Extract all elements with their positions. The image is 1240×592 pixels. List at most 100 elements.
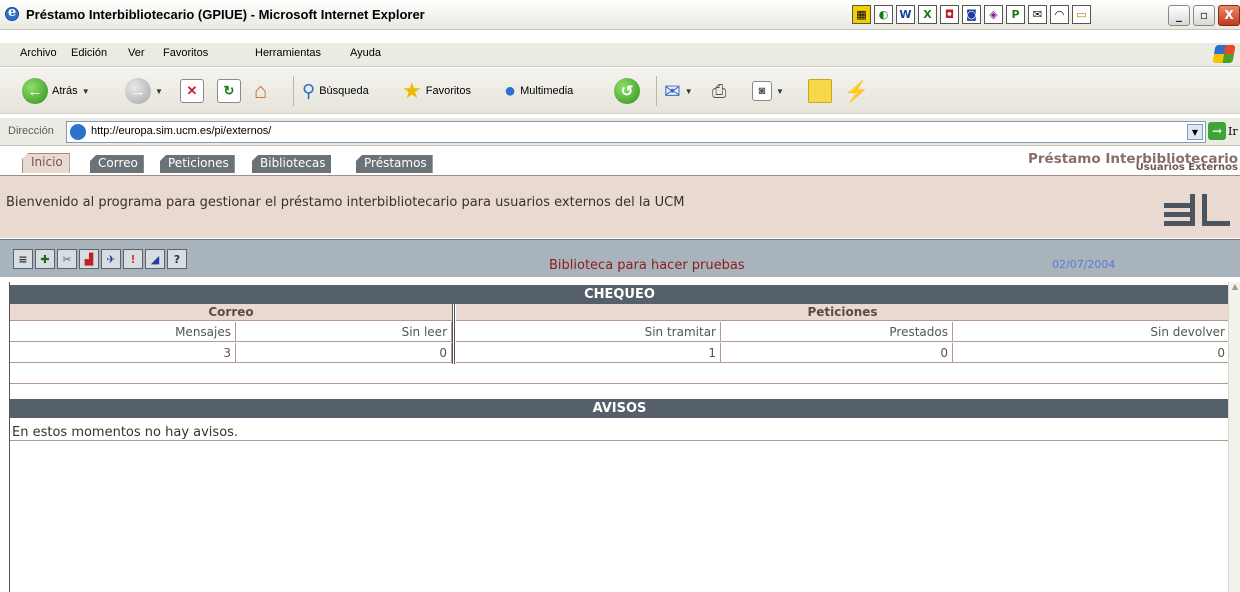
toolbar-separator (293, 76, 294, 106)
app-icon-10[interactable]: ◠ (1050, 5, 1069, 24)
app-icon-1[interactable]: ▦ (852, 5, 871, 24)
tools-icon[interactable]: ✂ (57, 249, 77, 269)
chequeo-header: CHEQUEO (10, 285, 1229, 304)
edit-icon: ◙ (752, 81, 772, 101)
app-icon-5[interactable]: ◘ (940, 5, 959, 24)
refresh-button[interactable]: ↻ (217, 77, 241, 105)
divider (10, 383, 1229, 384)
page-icon (70, 124, 86, 140)
media-button[interactable]: ● Multimedia (504, 77, 573, 105)
word-icon[interactable]: W (896, 5, 915, 24)
go-label: Ir (1228, 124, 1238, 138)
back-label: Atrás (52, 85, 78, 97)
forward-button[interactable]: → ▼ (125, 77, 163, 105)
bell-icon[interactable]: ◢ (145, 249, 165, 269)
media-icon: ● (504, 79, 517, 102)
favorites-label: Favoritos (425, 85, 471, 97)
address-bar: Dirección http://europa.sim.ucm.es/pi/ex… (0, 118, 1240, 146)
list-icon[interactable]: ≡ (13, 249, 33, 269)
search-button[interactable]: ⚲ Búsqueda (302, 77, 369, 105)
user-icon[interactable]: ✈ (101, 249, 121, 269)
edit-button[interactable]: ◙ ▼ (752, 77, 784, 105)
info-icon[interactable]: ! (123, 249, 143, 269)
brand-subtitle: Usuarios Externos (1135, 162, 1238, 173)
app-toolbar: ≡ ✚ ✂ ▟ ✈ ! ◢ ? Biblioteca para hacer pr… (0, 239, 1240, 277)
go-arrow-icon: → (1208, 122, 1226, 140)
tab-bibliotecas[interactable]: Bibliotecas (252, 155, 332, 173)
refresh-icon: ↻ (217, 79, 241, 103)
menu-edicion[interactable]: Edición (71, 47, 107, 59)
back-button[interactable]: ← Atrás ▼ (22, 77, 90, 105)
messenger-button[interactable]: ⚡ (844, 77, 869, 105)
vertical-scrollbar[interactable]: ▲ (1228, 282, 1240, 592)
peticiones-header: Peticiones (456, 304, 1229, 321)
app-icon-2[interactable]: ◐ (874, 5, 893, 24)
favorites-button[interactable]: ★ Favoritos (402, 77, 471, 105)
correo-header: Correo (10, 304, 452, 321)
home-button[interactable]: ⌂ (254, 77, 267, 105)
maximize-button[interactable]: ▫ (1193, 5, 1215, 26)
chevron-down-icon: ▼ (155, 86, 163, 96)
minimize-button[interactable]: _ (1168, 5, 1190, 26)
column-header-mensajes: Mensajes (10, 322, 236, 342)
menu-archivo[interactable]: Archivo (20, 47, 57, 59)
printer-icon: ⎙ (712, 80, 727, 101)
chevron-down-icon: ▼ (81, 86, 90, 96)
value-mensajes: 3 (10, 343, 236, 363)
divider (10, 440, 1229, 441)
address-url: http://europa.sim.ucm.es/pi/externos/ (91, 125, 272, 137)
chart-icon[interactable]: ▟ (79, 249, 99, 269)
home-icon: ⌂ (254, 78, 268, 103)
menu-favoritos[interactable]: Favoritos (163, 47, 208, 59)
help-icon[interactable]: ? (167, 249, 187, 269)
print-button[interactable]: ⎙ (712, 77, 726, 105)
tab-inicio[interactable]: Inicio (22, 153, 70, 173)
column-header-sin-tramitar: Sin tramitar (456, 322, 721, 342)
menu-bar: Archivo Edición Ver Favoritos Herramient… (0, 43, 1240, 67)
close-button[interactable]: X (1218, 5, 1240, 26)
menu-ayuda[interactable]: Ayuda (350, 47, 381, 59)
window-title: Préstamo Interbibliotecario (GPIUE) - Mi… (26, 7, 425, 22)
app-icon-7[interactable]: ◈ (984, 5, 1003, 24)
value-sin-leer: 0 (236, 343, 452, 363)
address-input[interactable]: http://europa.sim.ucm.es/pi/externos/ ▼ (66, 121, 1206, 143)
tab-peticiones[interactable]: Peticiones (160, 155, 235, 173)
mail-button[interactable]: ✉ ▼ (664, 77, 693, 105)
go-button[interactable]: → Ir (1208, 122, 1238, 140)
media-label: Multimedia (520, 85, 574, 97)
browser-toolbar: ← Atrás ▼ → ▼ ✕ ↻ ⌂ ⚲ Búsqueda ★ Favorit… (0, 68, 1240, 114)
publisher-icon[interactable]: P (1006, 5, 1025, 24)
mail-icon: ✉ (664, 80, 681, 103)
forward-arrow-icon: → (125, 78, 151, 104)
folder-icon[interactable]: ▭ (1072, 5, 1091, 24)
library-name: Biblioteca para hacer pruebas (549, 258, 745, 273)
mail-icon[interactable]: ✉ (1028, 5, 1047, 24)
history-button[interactable]: ↺ (614, 77, 640, 105)
value-sin-devolver: 0 (953, 343, 1229, 363)
stop-button[interactable]: ✕ (180, 77, 204, 105)
avisos-message: En estos momentos no hay avisos. (12, 425, 239, 440)
star-icon: ★ (402, 78, 422, 103)
back-arrow-icon: ← (22, 78, 48, 104)
scroll-up-icon[interactable]: ▲ (1229, 282, 1240, 296)
tab-correo[interactable]: Correo (90, 155, 144, 173)
note-icon (808, 79, 832, 103)
stop-icon: ✕ (180, 79, 204, 103)
app-icon-6[interactable]: ◙ (962, 5, 981, 24)
tab-prestamos[interactable]: Préstamos (356, 155, 433, 173)
add-icon[interactable]: ✚ (35, 249, 55, 269)
welcome-banner: Bienvenido al programa para gestionar el… (0, 175, 1240, 238)
app-brand: Préstamo Interbibliotecario Usuarios Ext… (1008, 151, 1238, 173)
quick-launch-tray: ▦ ◐ W X ◘ ◙ ◈ P ✉ ◠ ▭ (852, 5, 1091, 25)
column-header-sin-devolver: Sin devolver (953, 322, 1229, 342)
menu-ver[interactable]: Ver (128, 47, 145, 59)
notes-button[interactable] (808, 77, 832, 105)
toolbar-separator (656, 76, 657, 106)
menu-herramientas[interactable]: Herramientas (255, 47, 321, 59)
excel-icon[interactable]: X (918, 5, 937, 24)
ie-icon (5, 5, 19, 21)
avisos-header: AVISOS (10, 399, 1229, 418)
chevron-down-icon[interactable]: ▼ (1187, 124, 1203, 140)
chevron-down-icon: ▼ (776, 86, 784, 96)
table-divider (452, 304, 455, 364)
